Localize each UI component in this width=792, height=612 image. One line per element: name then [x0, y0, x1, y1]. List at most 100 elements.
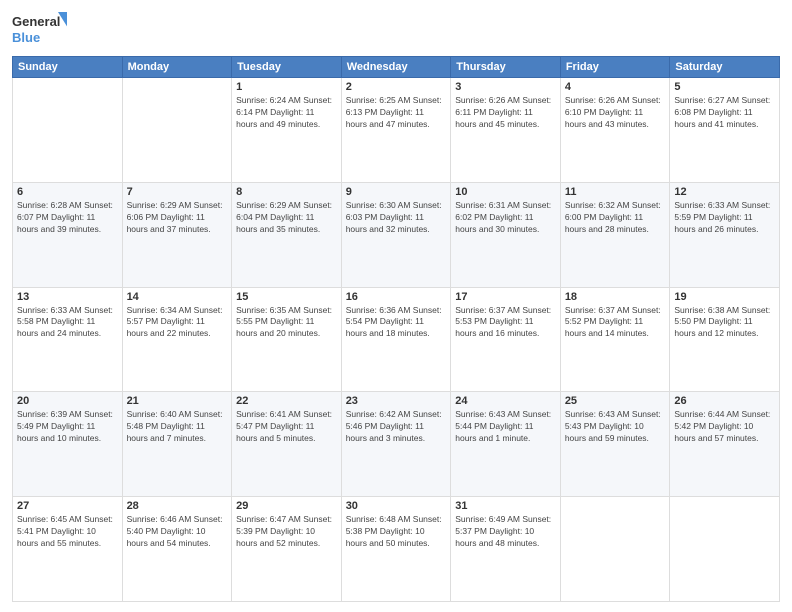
day-info: Sunrise: 6:44 AM Sunset: 5:42 PM Dayligh…	[674, 409, 775, 445]
day-info: Sunrise: 6:48 AM Sunset: 5:38 PM Dayligh…	[346, 514, 447, 550]
calendar-cell: 18Sunrise: 6:37 AM Sunset: 5:52 PM Dayli…	[560, 287, 670, 392]
calendar-cell: 3Sunrise: 6:26 AM Sunset: 6:11 PM Daylig…	[451, 78, 561, 183]
calendar-cell: 26 Sunrise: 6:44 AM Sunset: 5:42 PM Dayli…	[670, 392, 780, 497]
calendar-cell: 12 Sunrise: 6:33 AM Sunset: 5:59 PM Dayli…	[670, 182, 780, 287]
day-info: Sunrise: 6:35 AM Sunset: 5:55 PM Dayligh…	[236, 305, 337, 341]
day-info: Sunrise: 6:30 AM Sunset: 6:03 PM Dayligh…	[346, 200, 447, 236]
week-row-3: 13Sunrise: 6:33 AM Sunset: 5:58 PM Dayli…	[13, 287, 780, 392]
svg-text:Blue: Blue	[12, 30, 40, 45]
weekday-header-tuesday: Tuesday	[232, 57, 342, 78]
calendar-table: SundayMondayTuesdayWednesdayThursdayFrid…	[12, 56, 780, 602]
day-info: Sunrise: 6:32 AM Sunset: 6:00 PM Dayligh…	[565, 200, 666, 236]
weekday-header-wednesday: Wednesday	[341, 57, 451, 78]
day-number: 13	[17, 291, 118, 303]
day-number: 11	[565, 186, 666, 198]
calendar-cell: 15 Sunrise: 6:35 AM Sunset: 5:55 PM Dayli…	[232, 287, 342, 392]
calendar-cell: 11 Sunrise: 6:32 AM Sunset: 6:00 PM Dayli…	[560, 182, 670, 287]
day-number: 7	[127, 186, 228, 198]
day-info: Sunrise: 6:42 AM Sunset: 5:46 PM Dayligh…	[346, 409, 447, 445]
day-number: 24	[455, 395, 556, 407]
calendar-cell: 31Sunrise: 6:49 AM Sunset: 5:37 PM Dayli…	[451, 497, 561, 602]
day-number: 31	[455, 500, 556, 512]
calendar-cell: 29 Sunrise: 6:47 AM Sunset: 5:39 PM Dayli…	[232, 497, 342, 602]
day-number: 3	[455, 81, 556, 93]
day-info: Sunrise: 6:45 AM Sunset: 5:41 PM Dayligh…	[17, 514, 118, 550]
calendar-cell	[122, 78, 232, 183]
calendar-cell: 2 Sunrise: 6:25 AM Sunset: 6:13 PM Daylig…	[341, 78, 451, 183]
day-number: 23	[346, 395, 447, 407]
day-number: 1	[236, 81, 337, 93]
calendar-cell: 30 Sunrise: 6:48 AM Sunset: 5:38 PM Dayli…	[341, 497, 451, 602]
day-info: Sunrise: 6:27 AM Sunset: 6:08 PM Dayligh…	[674, 95, 775, 131]
calendar-cell: 4Sunrise: 6:26 AM Sunset: 6:10 PM Daylig…	[560, 78, 670, 183]
day-info: Sunrise: 6:29 AM Sunset: 6:04 PM Dayligh…	[236, 200, 337, 236]
day-number: 20	[17, 395, 118, 407]
day-info: Sunrise: 6:47 AM Sunset: 5:39 PM Dayligh…	[236, 514, 337, 550]
day-number: 12	[674, 186, 775, 198]
day-info: Sunrise: 6:24 AM Sunset: 6:14 PM Dayligh…	[236, 95, 337, 131]
week-row-5: 27 Sunrise: 6:45 AM Sunset: 5:41 PM Dayli…	[13, 497, 780, 602]
calendar-cell: 27 Sunrise: 6:45 AM Sunset: 5:41 PM Dayli…	[13, 497, 123, 602]
calendar-cell: 10Sunrise: 6:31 AM Sunset: 6:02 PM Dayli…	[451, 182, 561, 287]
day-number: 27	[17, 500, 118, 512]
day-number: 29	[236, 500, 337, 512]
day-info: Sunrise: 6:46 AM Sunset: 5:40 PM Dayligh…	[127, 514, 228, 550]
week-row-1: 1 Sunrise: 6:24 AM Sunset: 6:14 PM Daylig…	[13, 78, 780, 183]
day-info: Sunrise: 6:41 AM Sunset: 5:47 PM Dayligh…	[236, 409, 337, 445]
calendar-cell: 28 Sunrise: 6:46 AM Sunset: 5:40 PM Dayli…	[122, 497, 232, 602]
calendar-cell: 6 Sunrise: 6:28 AM Sunset: 6:07 PM Daylig…	[13, 182, 123, 287]
weekday-header-thursday: Thursday	[451, 57, 561, 78]
day-info: Sunrise: 6:31 AM Sunset: 6:02 PM Dayligh…	[455, 200, 556, 236]
day-number: 6	[17, 186, 118, 198]
calendar-cell: 8 Sunrise: 6:29 AM Sunset: 6:04 PM Daylig…	[232, 182, 342, 287]
day-info: Sunrise: 6:43 AM Sunset: 5:43 PM Dayligh…	[565, 409, 666, 445]
day-number: 19	[674, 291, 775, 303]
calendar-cell: 17Sunrise: 6:37 AM Sunset: 5:53 PM Dayli…	[451, 287, 561, 392]
svg-text:General: General	[12, 14, 60, 29]
day-number: 4	[565, 81, 666, 93]
day-number: 18	[565, 291, 666, 303]
weekday-header-saturday: Saturday	[670, 57, 780, 78]
day-info: Sunrise: 6:36 AM Sunset: 5:54 PM Dayligh…	[346, 305, 447, 341]
day-number: 15	[236, 291, 337, 303]
day-info: Sunrise: 6:33 AM Sunset: 5:59 PM Dayligh…	[674, 200, 775, 236]
day-number: 8	[236, 186, 337, 198]
weekday-header-friday: Friday	[560, 57, 670, 78]
calendar-cell	[670, 497, 780, 602]
calendar-cell: 16 Sunrise: 6:36 AM Sunset: 5:54 PM Dayli…	[341, 287, 451, 392]
page-container: General Blue SundayMondayTuesdayWednesda…	[0, 0, 792, 612]
day-number: 17	[455, 291, 556, 303]
calendar-cell: 20 Sunrise: 6:39 AM Sunset: 5:49 PM Dayli…	[13, 392, 123, 497]
day-number: 25	[565, 395, 666, 407]
day-number: 28	[127, 500, 228, 512]
calendar-cell	[560, 497, 670, 602]
calendar-cell: 21 Sunrise: 6:40 AM Sunset: 5:48 PM Dayli…	[122, 392, 232, 497]
day-number: 21	[127, 395, 228, 407]
weekday-header-sunday: Sunday	[13, 57, 123, 78]
day-info: Sunrise: 6:25 AM Sunset: 6:13 PM Dayligh…	[346, 95, 447, 131]
day-info: Sunrise: 6:28 AM Sunset: 6:07 PM Dayligh…	[17, 200, 118, 236]
calendar-cell: 7 Sunrise: 6:29 AM Sunset: 6:06 PM Daylig…	[122, 182, 232, 287]
day-info: Sunrise: 6:29 AM Sunset: 6:06 PM Dayligh…	[127, 200, 228, 236]
calendar-cell: 1 Sunrise: 6:24 AM Sunset: 6:14 PM Daylig…	[232, 78, 342, 183]
calendar-cell: 24 Sunrise: 6:43 AM Sunset: 5:44 PM Dayli…	[451, 392, 561, 497]
logo: General Blue	[12, 10, 67, 48]
day-number: 26	[674, 395, 775, 407]
calendar-cell: 19 Sunrise: 6:38 AM Sunset: 5:50 PM Dayli…	[670, 287, 780, 392]
day-info: Sunrise: 6:39 AM Sunset: 5:49 PM Dayligh…	[17, 409, 118, 445]
day-number: 30	[346, 500, 447, 512]
day-number: 9	[346, 186, 447, 198]
day-number: 5	[674, 81, 775, 93]
day-number: 2	[346, 81, 447, 93]
day-info: Sunrise: 6:43 AM Sunset: 5:44 PM Dayligh…	[455, 409, 556, 445]
day-number: 16	[346, 291, 447, 303]
page-header: General Blue	[12, 10, 780, 48]
calendar-cell: 22Sunrise: 6:41 AM Sunset: 5:47 PM Dayli…	[232, 392, 342, 497]
weekday-header-row: SundayMondayTuesdayWednesdayThursdayFrid…	[13, 57, 780, 78]
day-info: Sunrise: 6:40 AM Sunset: 5:48 PM Dayligh…	[127, 409, 228, 445]
calendar-cell	[13, 78, 123, 183]
calendar-cell: 23 Sunrise: 6:42 AM Sunset: 5:46 PM Dayli…	[341, 392, 451, 497]
day-info: Sunrise: 6:38 AM Sunset: 5:50 PM Dayligh…	[674, 305, 775, 341]
day-number: 14	[127, 291, 228, 303]
weekday-header-monday: Monday	[122, 57, 232, 78]
